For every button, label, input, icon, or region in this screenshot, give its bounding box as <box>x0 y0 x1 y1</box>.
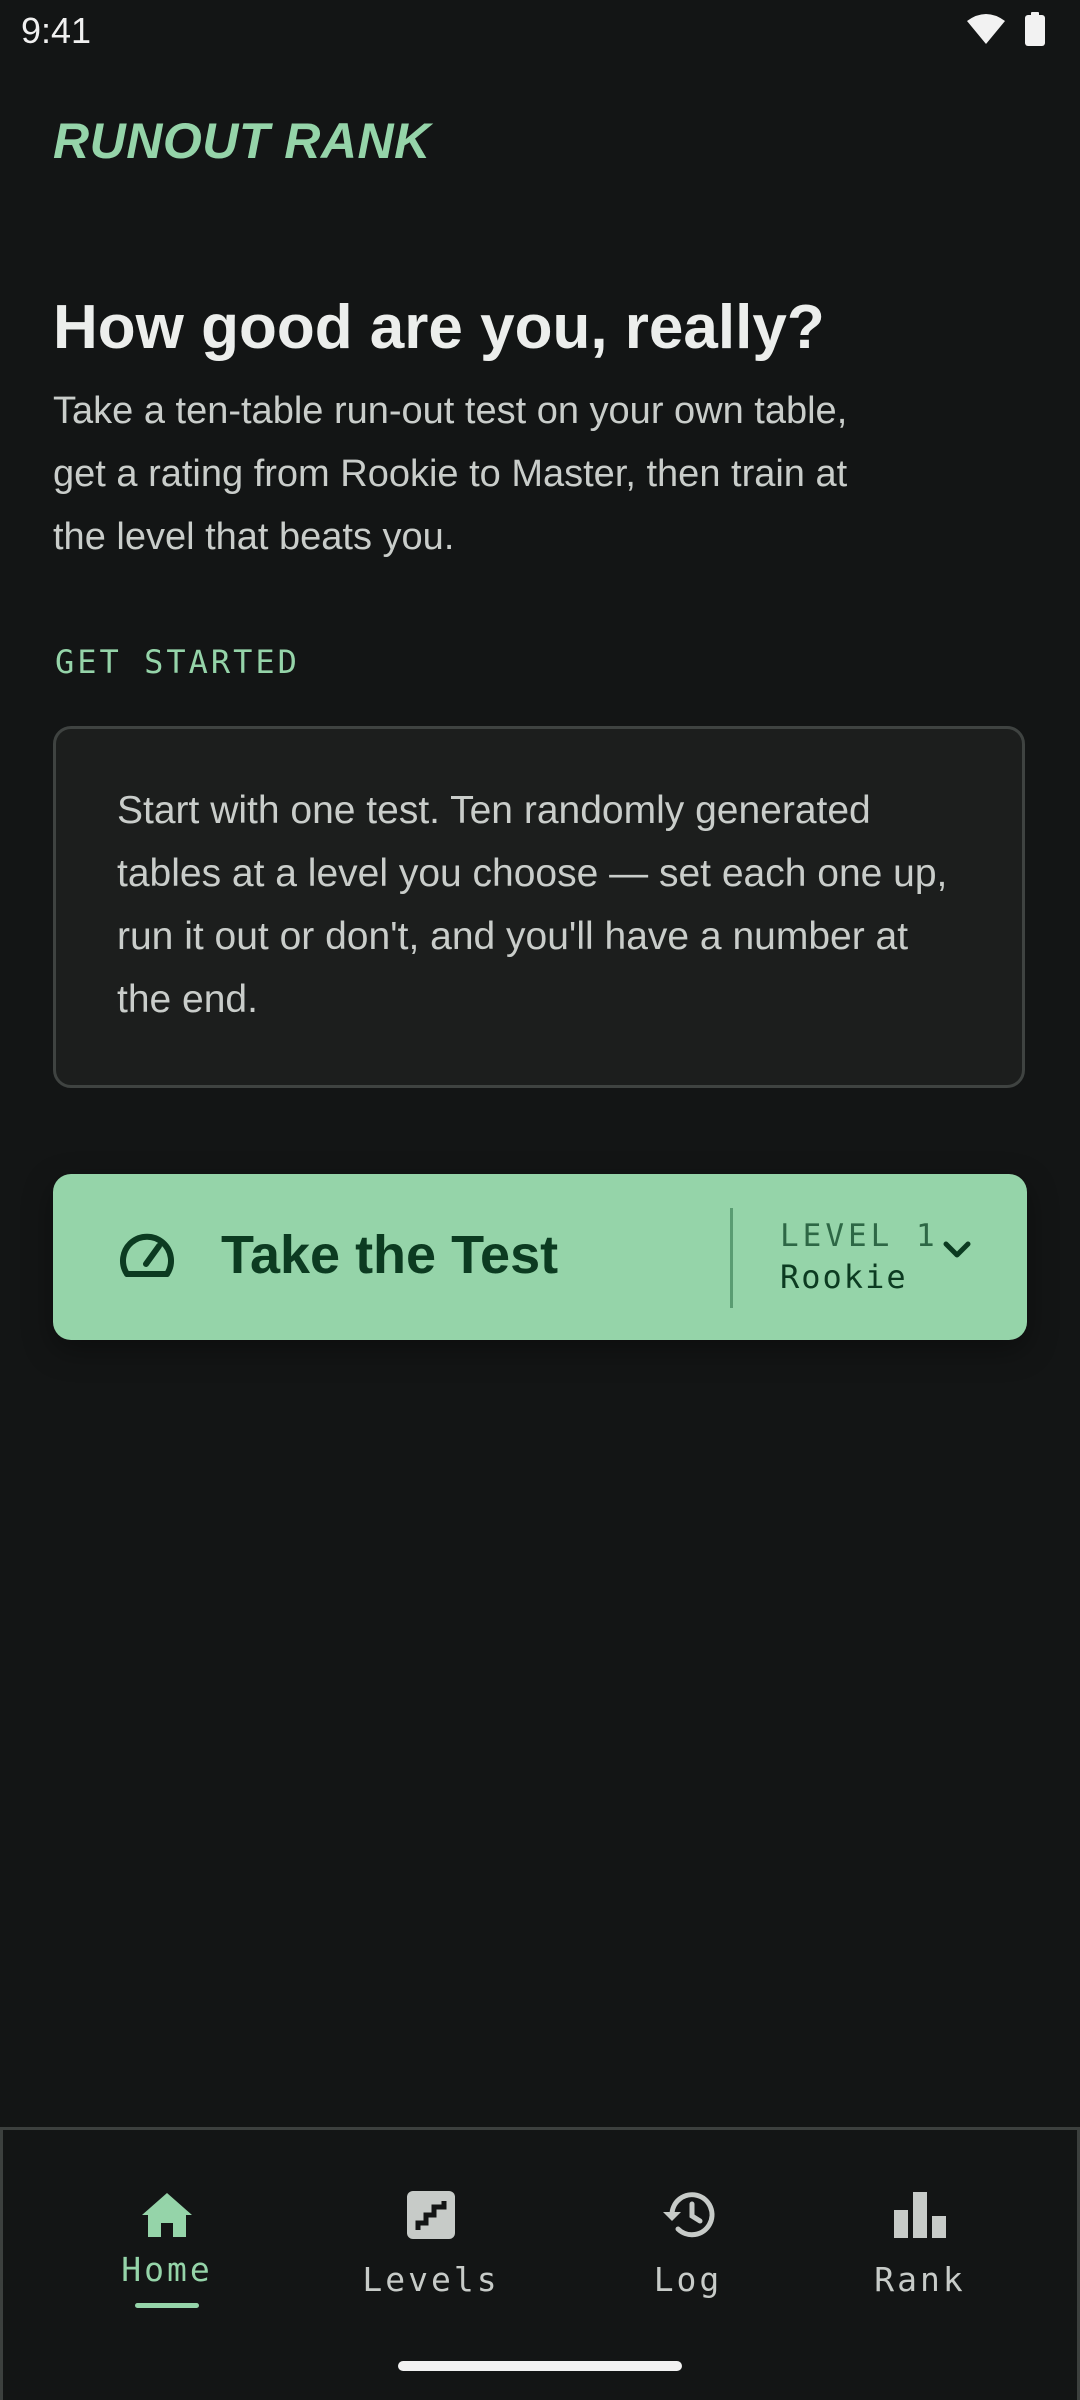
nav-active-indicator <box>135 2303 199 2308</box>
wifi-icon <box>966 13 1006 50</box>
intro-paragraph: Take a ten-table run-out test on your ow… <box>53 390 848 558</box>
speedometer-icon <box>119 1230 175 1285</box>
gesture-home-bar[interactable] <box>398 2361 682 2371</box>
nav-item-log[interactable]: Log <box>588 2180 788 2299</box>
status-icons <box>966 12 1046 51</box>
get-started-text: Start with one test. Ten randomly genera… <box>117 789 948 1021</box>
bottom-nav: Home Levels Log Rank <box>0 2127 1080 2400</box>
nav-label-home: Home <box>121 2250 213 2289</box>
page-headline: How good are you, really? <box>53 293 825 362</box>
status-bar: 9:41 <box>0 0 1080 64</box>
nav-item-levels[interactable]: Levels <box>331 2180 531 2299</box>
stairs-icon <box>331 2180 531 2250</box>
nav-label-levels: Levels <box>362 2260 500 2299</box>
nav-item-home[interactable]: Home <box>67 2180 267 2308</box>
history-icon <box>588 2180 788 2250</box>
section-label-get-started: GET STARTED <box>55 643 300 681</box>
get-started-card: Start with one test. Ten randomly genera… <box>53 726 1025 1088</box>
cta-divider <box>730 1208 733 1308</box>
nav-label-rank: Rank <box>874 2260 966 2299</box>
nav-label-log: Log <box>653 2260 723 2299</box>
battery-icon <box>1024 12 1046 51</box>
nav-item-rank[interactable]: Rank <box>820 2180 1020 2299</box>
chevron-down-icon[interactable] <box>943 1240 971 1265</box>
status-time: 9:41 <box>21 10 92 51</box>
level-name: Rookie <box>780 1258 908 1296</box>
bar-chart-icon <box>820 2180 1020 2250</box>
take-test-button[interactable]: Take the Test LEVEL 1 Rookie <box>53 1174 1027 1340</box>
level-selector[interactable]: LEVEL 1 Rookie <box>780 1216 939 1298</box>
take-test-label: Take the Test <box>221 1225 559 1285</box>
home-icon <box>67 2180 267 2250</box>
app-title: RUNOUT RANK <box>53 113 431 169</box>
level-number: LEVEL 1 <box>780 1218 939 1254</box>
